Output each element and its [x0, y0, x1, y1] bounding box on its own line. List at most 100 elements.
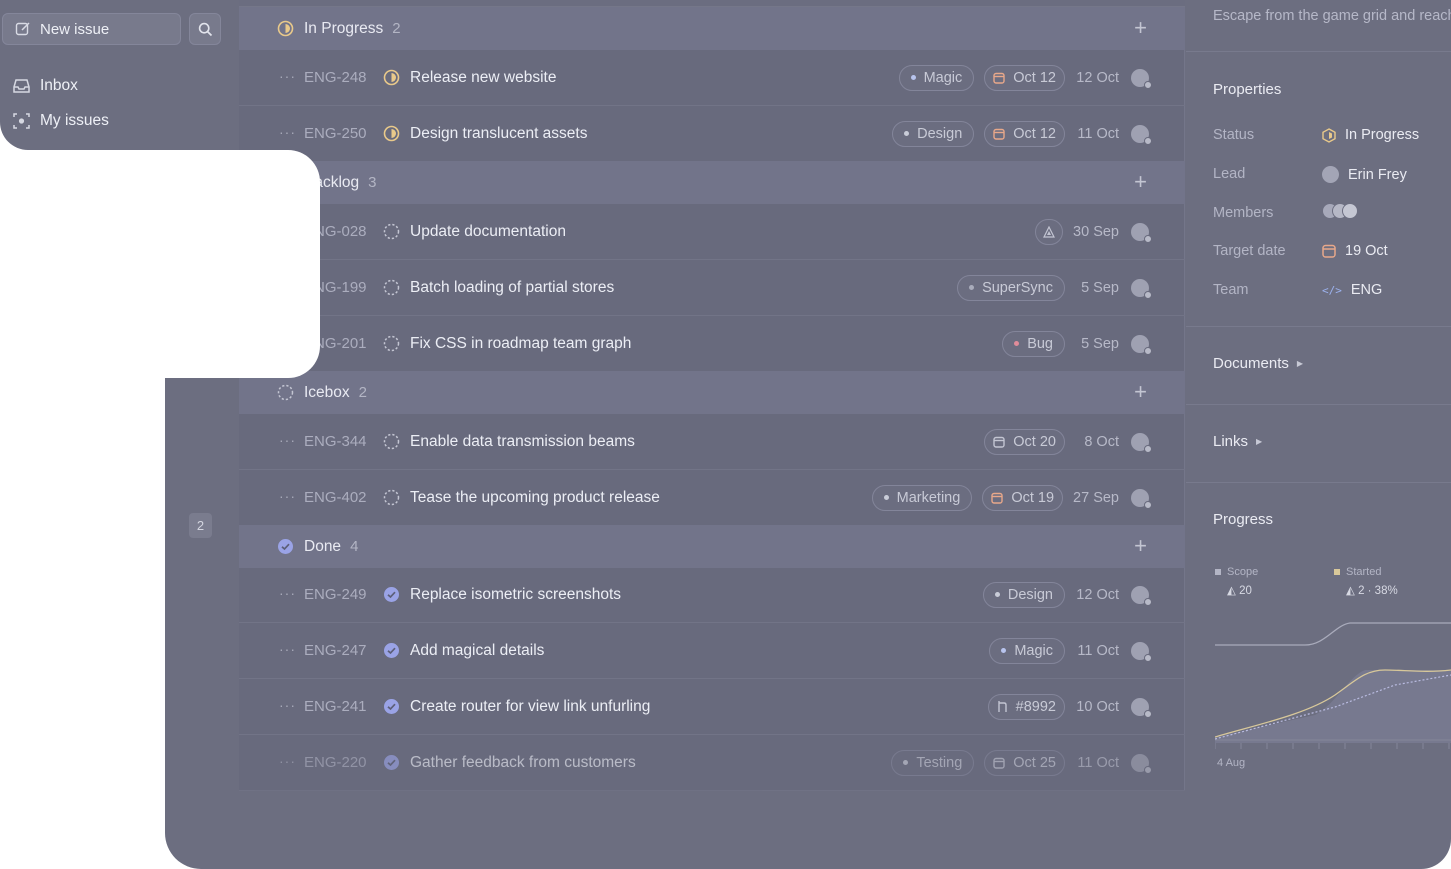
project-description: Escape from the game grid and reach [1213, 8, 1451, 24]
due-date-text: Oct 12 [1013, 125, 1056, 142]
sidebar-item-my-issues[interactable]: My issues [12, 112, 109, 130]
due-date-text: Oct 12 [1013, 69, 1056, 86]
label-dot [994, 592, 1000, 597]
backlog-icon [383, 335, 400, 352]
issue-id: ENG-250 [304, 125, 367, 142]
issue-row[interactable]: ··· ENG-250 Design translucent assets De… [239, 106, 1185, 162]
group-count: 3 [368, 174, 377, 191]
compose-icon [15, 22, 30, 36]
label-chip[interactable]: SuperSync [957, 274, 1065, 301]
count-badge: 2 [189, 513, 212, 538]
issue-title: Tease the upcoming product release [410, 488, 660, 506]
in-progress-icon [383, 125, 400, 142]
pull-request-chip[interactable]: #8992 [987, 693, 1065, 720]
caret-right-icon: ▶ [1296, 359, 1304, 368]
issue-row[interactable]: ··· ENG-402 Tease the upcoming product r… [239, 470, 1185, 526]
more-icon[interactable]: ··· [279, 432, 296, 448]
issue-title: Update documentation [410, 222, 566, 240]
started-value: 2 · 38% [1358, 585, 1398, 597]
label-chip[interactable]: Marketing [871, 484, 973, 511]
label-chip[interactable]: Bug [1002, 330, 1065, 357]
links-heading[interactable]: Links ▶ [1213, 433, 1262, 450]
group-header-done[interactable]: Done 4 + [239, 525, 1185, 568]
issue-row[interactable]: ··· ENG-249 Replace isometric screenshot… [239, 567, 1185, 623]
search-button[interactable] [189, 13, 221, 45]
due-date-chip[interactable]: Oct 25 [984, 749, 1065, 776]
issue-date: 8 Oct [1084, 433, 1119, 450]
issue-row[interactable]: ··· ENG-247 Add magical details Magic 11… [239, 623, 1185, 679]
label-text: Marketing [896, 489, 961, 506]
project-details-panel: Escape from the game grid and reach Prop… [1186, 0, 1451, 869]
inbox-icon [13, 79, 30, 93]
more-icon[interactable]: ··· [279, 488, 296, 504]
sidebar-item-inbox[interactable]: Inbox [12, 77, 78, 95]
project-chip[interactable] [1035, 218, 1064, 245]
issue-id: ENG-247 [304, 642, 367, 659]
members-avatars[interactable] [1322, 203, 1358, 219]
divider [1186, 51, 1451, 52]
label-chip[interactable]: Design [892, 120, 975, 147]
axis-start-label: 4 Aug [1217, 757, 1246, 769]
issue-row[interactable]: ··· ENG-241 Create router for view link … [239, 679, 1185, 735]
progress-heading: Progress [1213, 511, 1274, 528]
divider [1186, 404, 1451, 405]
more-icon[interactable]: ··· [279, 68, 296, 84]
more-icon[interactable]: ··· [279, 753, 296, 769]
lead-value[interactable]: Erin Frey [1322, 166, 1407, 183]
due-date-chip[interactable]: Oct 20 [984, 428, 1065, 455]
code-icon: </> [1322, 283, 1342, 297]
more-icon[interactable]: ··· [279, 697, 296, 713]
avatar [1131, 432, 1152, 453]
label-chip[interactable]: Testing [891, 749, 975, 776]
label-chip[interactable]: Magic [989, 637, 1065, 664]
avatar [1131, 585, 1152, 606]
more-icon[interactable]: ··· [279, 585, 296, 601]
documents-heading[interactable]: Documents ▶ [1213, 355, 1303, 372]
add-issue-icon[interactable]: + [1134, 535, 1147, 557]
add-issue-icon[interactable]: + [1134, 17, 1147, 39]
issue-date: 11 Oct [1077, 754, 1119, 771]
group-header-in-progress[interactable]: In Progress 2 + [239, 7, 1185, 50]
avatar [1131, 488, 1152, 509]
label-chip[interactable]: Magic [898, 64, 975, 91]
due-date-chip[interactable]: Oct 12 [984, 120, 1065, 147]
more-icon[interactable]: ··· [279, 124, 296, 140]
issue-row[interactable]: ··· ENG-028 Update documentation 30 Sep [239, 204, 1185, 260]
issue-title: Gather feedback from customers [410, 753, 636, 771]
team-value[interactable]: </> ENG [1322, 282, 1382, 298]
status-value[interactable]: In Progress [1322, 127, 1419, 143]
target-date-value[interactable]: 19 Oct [1322, 243, 1388, 259]
group-header-backlog[interactable]: Backlog 3 + [239, 161, 1185, 204]
pull-request-text: #8992 [1015, 698, 1056, 715]
due-date-chip[interactable]: Oct 19 [982, 484, 1064, 511]
properties-heading: Properties [1213, 81, 1282, 98]
group-title: Done [304, 537, 342, 555]
issue-row[interactable]: ··· ENG-344 Enable data transmission bea… [239, 414, 1185, 470]
project-icon: ◭ [1346, 585, 1355, 597]
issue-row[interactable]: ··· ENG-199 Batch loading of partial sto… [239, 260, 1185, 316]
label-text: Design [917, 125, 963, 142]
add-issue-icon[interactable]: + [1134, 171, 1147, 193]
issue-row[interactable]: ··· ENG-220 Gather feedback from custome… [239, 735, 1185, 791]
issue-row[interactable]: ··· ENG-248 Release new website Magic Oc… [239, 50, 1185, 106]
group-count: 2 [358, 384, 368, 401]
label-chip[interactable]: Design [982, 581, 1065, 608]
in-progress-icon [383, 69, 400, 86]
group-header-icebox[interactable]: Icebox 2 + [239, 371, 1185, 414]
issue-id: ENG-249 [304, 586, 367, 603]
list-top-edge [239, 0, 1185, 7]
calendar-icon [993, 72, 1005, 84]
more-icon[interactable]: ··· [279, 641, 296, 657]
issue-date: 11 Oct [1077, 642, 1119, 659]
overlay-cutout [0, 150, 320, 378]
issue-row[interactable]: ··· ENG-201 Fix CSS in roadmap team grap… [239, 316, 1185, 372]
new-issue-button[interactable]: New issue [2, 13, 181, 45]
sidebar-item-label: My issues [40, 112, 109, 129]
due-date-chip[interactable]: Oct 12 [984, 64, 1065, 91]
label-text: Design [1007, 586, 1053, 603]
add-issue-icon[interactable]: + [1134, 381, 1147, 403]
legend-label: Started [1346, 566, 1382, 578]
links-title: Links [1213, 433, 1249, 450]
status-text: In Progress [1345, 127, 1420, 143]
done-icon [384, 643, 399, 658]
